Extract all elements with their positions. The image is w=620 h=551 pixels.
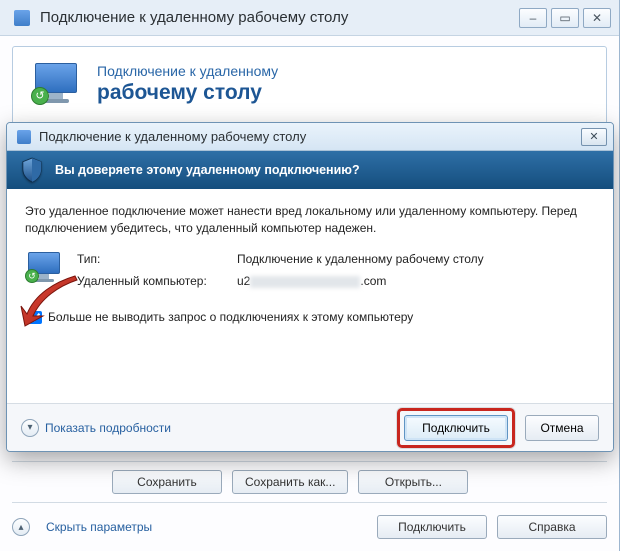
save-button[interactable]: Сохранить [112,470,222,494]
rdp-app-icon [17,130,31,144]
main-connect-button[interactable]: Подключить [377,515,487,539]
dialog-connect-button[interactable]: Подключить [404,415,508,441]
chevron-up-icon[interactable]: ▴ [12,518,30,536]
redacted-hostname [250,276,360,288]
minimize-button[interactable]: – [519,8,547,28]
main-header-text: Подключение к удаленному рабочему столу [97,63,278,105]
show-details-link[interactable]: ▾ Показать подробности [21,419,171,437]
hide-params-link[interactable]: Скрыть параметры [46,520,367,534]
label-remote: Удаленный компьютер: [77,273,237,290]
dialog-titlebar: Подключение к удаленному рабочему столу … [7,123,613,151]
help-button[interactable]: Справка [497,515,607,539]
maximize-button[interactable]: ▭ [551,8,579,28]
open-button[interactable]: Открыть... [358,470,468,494]
main-titlebar: Подключение к удаленному рабочему столу … [0,0,619,36]
close-button[interactable]: ✕ [583,8,611,28]
rdp-app-icon [14,10,30,26]
dialog-body: Это удаленное подключение может нанести … [7,189,613,327]
chevron-down-icon: ▾ [21,419,39,437]
details-label: Показать подробности [45,421,171,435]
warning-message: Это удаленное подключение может нанести … [25,203,595,237]
label-type: Тип: [77,251,237,268]
info-grid: Тип: Подключение к удаленному рабочему с… [77,251,557,291]
value-type: Подключение к удаленному рабочему столу [237,251,557,268]
dialog-cancel-button[interactable]: Отмена [525,415,599,441]
header-line2: рабочему столу [97,81,278,105]
header-line1: Подключение к удаленному [97,63,278,79]
shield-icon [21,157,43,183]
connection-info: ↺ Тип: Подключение к удаленному рабочему… [25,251,595,291]
dont-ask-again-checkbox[interactable] [29,311,42,324]
banner-text: Вы доверяете этому удаленному подключени… [55,163,360,177]
rdp-monitor-icon: ↺ [25,251,65,287]
save-as-button[interactable]: Сохранить как... [232,470,348,494]
trust-connection-dialog: Подключение к удаленному рабочему столу … [6,122,614,452]
value-remote: u2.com [237,273,557,290]
settings-button-row: Сохранить Сохранить как... Открыть... [12,461,607,502]
main-bottom-area: Сохранить Сохранить как... Открыть... ▴ … [12,461,607,539]
dialog-banner: Вы доверяете этому удаленному подключени… [7,151,613,189]
dialog-footer: ▾ Показать подробности Подключить Отмена [7,403,613,451]
rdp-monitor-icon: ↺ [31,61,83,107]
footer-button-row: ▴ Скрыть параметры Подключить Справка [12,502,607,539]
dont-ask-again-row[interactable]: Больше не выводить запрос о подключениях… [25,308,595,327]
main-window-title: Подключение к удаленному рабочему столу [40,9,348,26]
annotation-highlight: Подключить [397,408,515,448]
dialog-close-button[interactable]: ✕ [581,128,607,146]
dialog-title: Подключение к удаленному рабочему столу [39,129,306,144]
main-header-panel: ↺ Подключение к удаленному рабочему стол… [12,46,607,126]
checkbox-label: Больше не выводить запрос о подключениях… [48,309,413,326]
